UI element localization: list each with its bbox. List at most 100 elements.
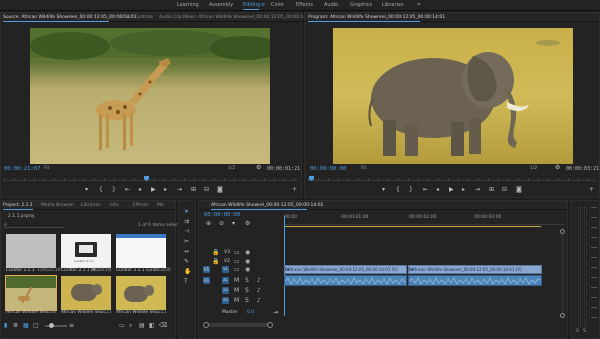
tab-libraries[interactable]: Libraries [81, 203, 100, 208]
add-marker-icon[interactable]: ▾ [232, 221, 235, 227]
project-item-thumbnail-selected[interactable] [5, 275, 57, 311]
work-area-bar[interactable] [284, 226, 541, 227]
slip-tool-icon[interactable]: ↔ [184, 249, 189, 255]
program-resolution-dropdown[interactable]: 1/2 [530, 166, 537, 171]
project-item-name[interactable]: African Wildlife Sho... [6, 310, 52, 315]
workspace-libraries[interactable]: Libraries [382, 2, 404, 8]
step-back-icon[interactable]: ◂ [138, 187, 141, 193]
tab-markers[interactable]: Ma [157, 203, 164, 208]
go-to-out-icon[interactable]: ⇥ [177, 187, 182, 193]
project-item-thumbnail[interactable] [116, 276, 166, 310]
snap-icon[interactable]: ⊕ [206, 221, 211, 227]
timeline-horizontal-scrollbar[interactable] [203, 322, 273, 328]
sync-lock-icon[interactable]: ▭ [234, 267, 240, 273]
workspace-assembly[interactable]: Assembly [209, 2, 233, 8]
microphone-icon[interactable]: ♪ [257, 278, 261, 284]
source-patch-v1[interactable]: V1 [203, 266, 210, 273]
project-item-thumbnail[interactable] [6, 234, 56, 268]
source-timecode[interactable]: 00:00:21:07 [4, 166, 40, 172]
play-icon[interactable]: ▶ [151, 187, 156, 193]
workspace-menu-icon[interactable]: ≡ [261, 2, 265, 8]
project-search-input[interactable]: ⌕ [4, 222, 64, 228]
list-view-icon[interactable]: ≣ [13, 323, 18, 329]
timeline-settings-icon[interactable]: ⚙ [245, 221, 250, 227]
project-item-name[interactable]: African Wildlife Sho... [116, 310, 162, 315]
eye-icon[interactable]: ◉ [245, 259, 250, 265]
type-tool-icon[interactable]: T [184, 279, 188, 285]
tab-media-browser[interactable]: Media Browser [41, 203, 74, 208]
program-time-ruler[interactable] [308, 175, 596, 181]
solo-icon[interactable]: S [245, 298, 249, 304]
program-timecode[interactable]: 00:00:00:00 [310, 166, 346, 172]
export-frame-icon[interactable]: ◙ [516, 187, 522, 193]
icon-view-icon[interactable]: ▦ [23, 323, 29, 329]
go-to-in-icon[interactable]: ⇤ [423, 187, 428, 193]
lock-track-icon[interactable]: 🔒 [212, 250, 219, 256]
insert-icon[interactable]: ⊞ [191, 187, 196, 193]
solo-icon[interactable]: S [583, 329, 586, 334]
go-to-in-icon[interactable]: ⇤ [125, 187, 130, 193]
tab-effects[interactable]: Effects [133, 203, 148, 208]
ripple-edit-tool-icon[interactable]: ⊣ [184, 229, 189, 235]
mute-icon[interactable]: M [234, 288, 239, 294]
mute-icon[interactable]: M [234, 298, 239, 304]
pen-tool-icon[interactable]: ✎ [184, 259, 189, 265]
sync-lock-icon[interactable]: ▭ [234, 250, 240, 256]
mark-in-icon[interactable]: { [396, 187, 400, 193]
timeline-ruler[interactable]: 00:00 00:00:01:00 00:00:02:00 00:00:03:0… [284, 215, 564, 225]
extract-icon[interactable]: ⊟ [502, 187, 507, 193]
workspace-audio[interactable]: Audio [324, 2, 338, 8]
sort-icon[interactable]: ≡ [69, 323, 74, 329]
hand-tool-icon[interactable]: ✋ [184, 269, 191, 275]
workspace-effects[interactable]: Effects [296, 2, 313, 8]
add-marker-icon[interactable]: ▾ [382, 187, 385, 193]
audio-clip[interactable] [284, 275, 407, 286]
timeline-timecode[interactable]: 00:00:00:00 [204, 212, 240, 218]
workspace-editing[interactable]: Editing [243, 2, 260, 8]
workspace-learning[interactable]: Learning [177, 2, 199, 8]
overwrite-icon[interactable]: ⊟ [204, 187, 209, 193]
project-item-thumbnail[interactable] [116, 234, 166, 268]
zoom-slider[interactable] [45, 323, 67, 328]
lock-icon[interactable]: ▮ [4, 323, 7, 329]
export-frame-icon[interactable]: ◙ [217, 187, 223, 193]
selection-tool-icon[interactable]: ➤ [184, 209, 189, 215]
solo-icon[interactable]: S [245, 288, 249, 294]
tab-source[interactable]: Source: African Wildlife Showreel_00:00:… [3, 15, 137, 20]
track-target-a2[interactable]: A2 [222, 287, 229, 294]
add-button-icon[interactable]: + [589, 187, 594, 193]
video-clip[interactable]: fx African Wildlife Showreel_00:00:12:05… [284, 265, 407, 274]
audio-clip[interactable] [408, 275, 542, 286]
source-time-ruler[interactable] [4, 175, 298, 181]
project-item-thumbnail[interactable] [61, 276, 111, 310]
source-fit-dropdown[interactable]: Fit [44, 166, 49, 171]
mark-out-icon[interactable]: } [112, 187, 116, 193]
microphone-icon[interactable]: ♪ [257, 288, 261, 294]
project-item-name[interactable]: Curator 2.1.1 curato... [116, 268, 164, 273]
zoom-slider-handle[interactable] [49, 323, 54, 328]
add-button-icon[interactable]: + [292, 187, 297, 193]
video-clip[interactable]: fx African Wildlife Showreel_00:00:12:05… [408, 265, 542, 274]
lift-icon[interactable]: ⊞ [489, 187, 494, 193]
new-bin-folder-icon[interactable]: ▤ [139, 323, 145, 329]
track-select-tool-icon[interactable]: ⇉ [184, 219, 189, 225]
mark-in-icon[interactable]: { [99, 187, 103, 193]
linked-selection-icon[interactable]: ⊘ [219, 221, 224, 227]
project-item-name[interactable]: Curator 2.1.1 [6, 268, 35, 273]
microphone-icon[interactable]: ♪ [257, 298, 261, 304]
tab-project[interactable]: Project: 2.1.1 [3, 203, 33, 208]
source-resolution-dropdown[interactable]: 1/2 [228, 166, 235, 171]
new-bin-icon[interactable]: ▭ [119, 323, 125, 329]
more-workspaces-icon[interactable]: » [417, 1, 421, 8]
track-target-a1[interactable]: A1 [222, 277, 229, 284]
add-marker-icon[interactable]: ▾ [85, 187, 88, 193]
clear-trash-icon[interactable]: ⌫ [159, 323, 167, 329]
track-target-v1[interactable]: V1 [222, 266, 229, 273]
tab-program[interactable]: Program: African Wildlife Showreel_00:00… [308, 15, 445, 20]
step-forward-icon[interactable]: ▸ [164, 187, 167, 193]
freeform-view-icon[interactable]: ▢ [33, 323, 39, 329]
timeline-vertical-scrollbar[interactable] [560, 229, 565, 318]
new-item-icon[interactable]: ◧ [149, 323, 155, 329]
settings-wrench-icon[interactable]: ⚙ [555, 165, 560, 171]
solo-icon[interactable]: S [245, 278, 249, 284]
